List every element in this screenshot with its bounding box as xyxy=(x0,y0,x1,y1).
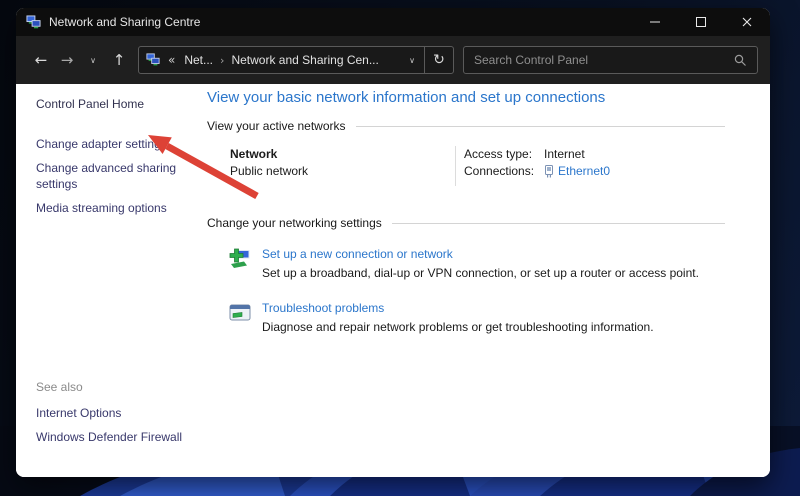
task-troubleshoot: Troubleshoot problems Diagnose and repai… xyxy=(228,300,725,335)
content-pane: Control Panel Home Change adapter settin… xyxy=(16,84,770,477)
network-details: Access type: Internet Connections: Ether… xyxy=(455,146,725,186)
close-icon xyxy=(742,17,752,27)
back-button[interactable]: ← xyxy=(28,47,54,73)
sidebar: Control Panel Home Change adapter settin… xyxy=(16,84,207,477)
task-text: Troubleshoot problems Diagnose and repai… xyxy=(262,300,654,335)
task-text: Set up a new connection or network Set u… xyxy=(262,246,699,281)
setup-connection-link[interactable]: Set up a new connection or network xyxy=(262,246,699,262)
search-box[interactable] xyxy=(463,46,758,74)
connections-label: Connections: xyxy=(464,164,535,178)
network-identity: Network Public network xyxy=(230,146,455,186)
recent-pages-dropdown[interactable]: ∨ xyxy=(80,47,106,73)
address-bar[interactable]: « Net... › Network and Sharing Cen... ∨ … xyxy=(138,46,454,74)
access-type-label: Access type: xyxy=(464,147,533,161)
search-icon xyxy=(734,54,747,67)
networking-settings-label: Change your networking settings xyxy=(207,216,382,230)
ethernet-icon xyxy=(544,165,554,178)
setup-connection-description: Set up a broadband, dial-up or VPN conne… xyxy=(262,266,699,280)
window-title: Network and Sharing Centre xyxy=(49,15,201,29)
up-button[interactable]: ↑ xyxy=(106,47,132,73)
section-rule xyxy=(355,125,725,127)
connection-link-ethernet0[interactable]: Ethernet0 xyxy=(558,163,610,180)
section-rule xyxy=(391,222,725,224)
networking-settings-section-header: Change your networking settings xyxy=(207,216,725,230)
active-network-row: Network Public network Access type: Inte… xyxy=(207,146,725,186)
breadcrumb-collapse-icon[interactable]: « xyxy=(164,53,179,67)
search-input[interactable] xyxy=(464,53,734,67)
sidebar-item-internet-options[interactable]: Internet Options xyxy=(36,406,201,422)
see-also-label: See also xyxy=(36,380,83,395)
maximize-button[interactable] xyxy=(678,8,724,36)
network-name: Network xyxy=(230,147,278,161)
refresh-button[interactable]: ↻ xyxy=(424,47,453,73)
breadcrumb-parent[interactable]: Net... xyxy=(179,53,218,67)
active-networks-section-header: View your active networks xyxy=(207,119,725,133)
access-type-value: Internet xyxy=(544,147,585,161)
breadcrumb-separator-icon: › xyxy=(220,53,225,67)
address-location-icon xyxy=(146,53,160,67)
sidebar-item-change-advanced-sharing[interactable]: Change advanced sharing settings xyxy=(36,161,201,192)
main-panel: View your basic network information and … xyxy=(207,84,770,477)
sidebar-item-windows-defender-firewall[interactable]: Windows Defender Firewall xyxy=(36,430,201,446)
page-title: View your basic network information and … xyxy=(207,89,606,106)
active-networks-label: View your active networks xyxy=(207,119,346,133)
titlebar: Network and Sharing Centre xyxy=(16,8,770,36)
minimize-icon xyxy=(650,21,660,23)
minimize-button[interactable] xyxy=(632,8,678,36)
task-setup-connection: Set up a new connection or network Set u… xyxy=(228,246,725,281)
desktop: Network and Sharing Centre ← → ∨ ↑ « Net… xyxy=(0,0,800,496)
troubleshoot-icon xyxy=(228,300,254,335)
caption-buttons xyxy=(632,8,770,36)
troubleshoot-description: Diagnose and repair network problems or … xyxy=(262,320,654,334)
navigation-toolbar: ← → ∨ ↑ « Net... › Network and Sharing C… xyxy=(16,36,770,84)
breadcrumb-current[interactable]: Network and Sharing Cen... xyxy=(226,53,383,67)
forward-button[interactable]: → xyxy=(54,47,80,73)
close-button[interactable] xyxy=(724,8,770,36)
troubleshoot-link[interactable]: Troubleshoot problems xyxy=(262,300,654,316)
new-connection-icon xyxy=(228,246,254,281)
maximize-icon xyxy=(696,17,706,27)
network-app-icon xyxy=(26,14,41,30)
access-type-row: Access type: Internet xyxy=(464,146,725,163)
sidebar-item-control-panel-home[interactable]: Control Panel Home xyxy=(36,97,201,113)
sidebar-item-media-streaming[interactable]: Media streaming options xyxy=(36,201,201,217)
network-type: Public network xyxy=(230,164,309,178)
network-sharing-centre-window: Network and Sharing Centre ← → ∨ ↑ « Net… xyxy=(16,8,770,477)
sidebar-item-change-adapter-settings[interactable]: Change adapter settings xyxy=(36,137,201,153)
address-dropdown-icon[interactable]: ∨ xyxy=(400,47,424,73)
connections-row: Connections: Ethernet0 xyxy=(464,163,725,180)
